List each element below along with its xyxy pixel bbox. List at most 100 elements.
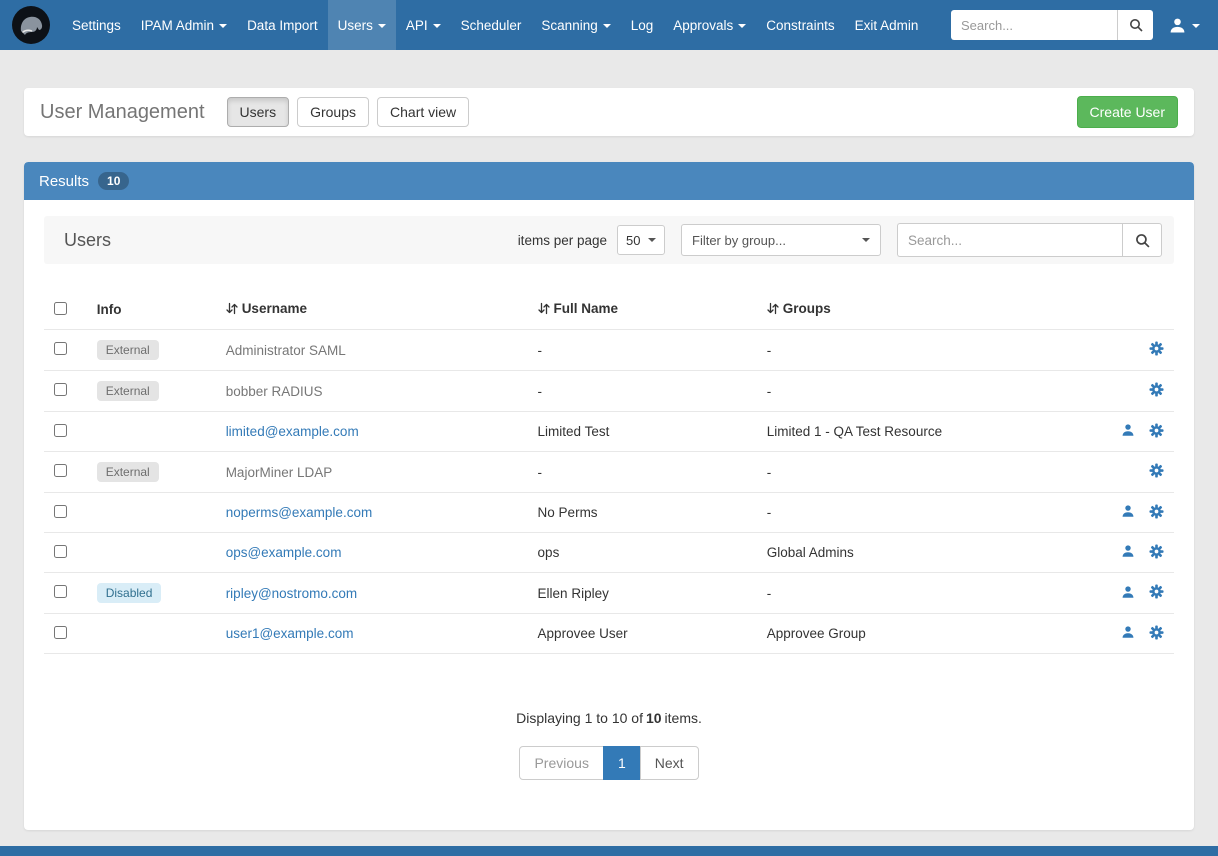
gear-icon[interactable] xyxy=(1149,423,1164,441)
chevron-down-icon xyxy=(738,24,746,28)
nav-item[interactable]: Data Import xyxy=(237,0,328,50)
chevron-down-icon xyxy=(1192,24,1200,28)
nav-item-label: Log xyxy=(631,18,654,33)
column-header-fullname[interactable]: Full Name xyxy=(530,290,759,330)
groups-cell: - xyxy=(759,330,1103,371)
username-link[interactable]: MajorMiner LDAP xyxy=(226,465,333,480)
page-title: User Management xyxy=(40,101,205,124)
status-badge: External xyxy=(97,340,159,360)
nav-item[interactable]: Scanning xyxy=(531,0,620,50)
nav-item[interactable]: Constraints xyxy=(756,0,844,50)
nav-item[interactable]: IPAM Admin xyxy=(131,0,237,50)
row-checkbox[interactable] xyxy=(54,585,67,598)
table-row: External MajorMiner LDAP - - xyxy=(44,452,1174,493)
groups-cell: - xyxy=(759,573,1103,614)
results-panel: Results 10 Users items per page 50 Filte… xyxy=(24,162,1194,830)
column-header-groups[interactable]: Groups xyxy=(759,290,1103,330)
user-profile-icon[interactable] xyxy=(1121,423,1135,440)
nav-item[interactable]: API xyxy=(396,0,451,50)
table-row: user1@example.com Approvee User Approvee… xyxy=(44,614,1174,654)
gear-icon[interactable] xyxy=(1149,463,1164,481)
nav-item[interactable]: Users xyxy=(328,0,396,50)
nav-item[interactable]: Log xyxy=(621,0,664,50)
view-tab[interactable]: Users xyxy=(227,97,290,127)
view-tab[interactable]: Chart view xyxy=(377,97,469,127)
user-profile-icon[interactable] xyxy=(1121,585,1135,602)
column-header-info: Info xyxy=(89,290,218,330)
results-title: Results xyxy=(39,173,89,190)
gear-icon[interactable] xyxy=(1149,341,1164,359)
user-profile-icon[interactable] xyxy=(1121,544,1135,561)
global-search-button[interactable] xyxy=(1117,10,1153,40)
pager: Previous 1 Next xyxy=(519,746,698,780)
view-tab[interactable]: Groups xyxy=(297,97,369,127)
username-link[interactable]: ripley@nostromo.com xyxy=(226,586,358,601)
user-icon xyxy=(1169,17,1186,34)
table-controls: items per page 50 Filter by group... xyxy=(518,223,1162,257)
username-link[interactable]: bobber RADIUS xyxy=(226,384,323,399)
groups-cell: Global Admins xyxy=(759,533,1103,573)
nav-item[interactable]: Approvals xyxy=(663,0,756,50)
nav-item[interactable]: Settings xyxy=(62,0,131,50)
table-search-button[interactable] xyxy=(1122,223,1162,257)
user-profile-icon[interactable] xyxy=(1121,625,1135,642)
username-link[interactable]: noperms@example.com xyxy=(226,505,373,520)
group-filter-select[interactable]: Filter by group... xyxy=(681,224,881,256)
row-checkbox[interactable] xyxy=(54,342,67,355)
global-search-input[interactable] xyxy=(951,10,1117,40)
username-link[interactable]: Administrator SAML xyxy=(226,343,346,358)
table-search-input[interactable] xyxy=(897,223,1122,257)
username-link[interactable]: user1@example.com xyxy=(226,626,354,641)
app-logo[interactable] xyxy=(0,0,62,50)
create-user-button[interactable]: Create User xyxy=(1077,96,1178,128)
users-table-head: Info Username xyxy=(44,290,1174,330)
groups-cell: Approvee Group xyxy=(759,614,1103,654)
nav-item[interactable]: Scheduler xyxy=(451,0,532,50)
row-checkbox[interactable] xyxy=(54,626,67,639)
table-row: External Administrator SAML - - xyxy=(44,330,1174,371)
gear-icon[interactable] xyxy=(1149,544,1164,562)
username-link[interactable]: ops@example.com xyxy=(226,545,342,560)
status-badge: External xyxy=(97,381,159,401)
row-checkbox[interactable] xyxy=(54,464,67,477)
nav-item[interactable]: Exit Admin xyxy=(845,0,929,50)
top-navbar: Settings IPAM Admin Data Import Users AP… xyxy=(0,0,1218,50)
current-page-button[interactable]: 1 xyxy=(603,746,641,780)
view-tabs: Users Groups Chart view xyxy=(227,97,470,127)
sort-icon xyxy=(767,302,779,318)
global-search xyxy=(951,10,1153,40)
next-page-button[interactable]: Next xyxy=(640,746,699,780)
user-profile-icon[interactable] xyxy=(1121,504,1135,521)
gear-icon[interactable] xyxy=(1149,584,1164,602)
gear-icon[interactable] xyxy=(1149,382,1164,400)
row-checkbox[interactable] xyxy=(54,505,67,518)
groups-cell: Limited 1 - QA Test Resource xyxy=(759,412,1103,452)
table-controls-bar: Users items per page 50 Filter by group.… xyxy=(44,216,1174,264)
full-name-cell: Ellen Ripley xyxy=(530,573,759,614)
total-items-count: 10 xyxy=(646,710,662,726)
row-checkbox[interactable] xyxy=(54,383,67,396)
items-per-page-label: items per page xyxy=(518,233,607,248)
sort-icon xyxy=(538,302,550,318)
table-title: Users xyxy=(64,230,111,251)
username-link[interactable]: limited@example.com xyxy=(226,424,359,439)
users-table-body: External Administrator SAML - - xyxy=(44,330,1174,654)
column-header-actions xyxy=(1103,290,1174,330)
row-checkbox[interactable] xyxy=(54,545,67,558)
items-per-page-select[interactable]: 50 xyxy=(617,225,665,255)
table-row: noperms@example.com No Perms - xyxy=(44,493,1174,533)
select-all-checkbox[interactable] xyxy=(54,302,67,315)
gear-icon[interactable] xyxy=(1149,504,1164,522)
nav-item-label: IPAM Admin xyxy=(141,18,214,33)
nav-item-label: Scheduler xyxy=(461,18,522,33)
results-body: Users items per page 50 Filter by group.… xyxy=(24,200,1194,830)
user-account-menu[interactable] xyxy=(1153,17,1218,34)
column-header-username[interactable]: Username xyxy=(218,290,530,330)
nav-item-label: Constraints xyxy=(766,18,834,33)
pagination: Displaying 1 to 10 of10items. Previous 1… xyxy=(44,710,1174,780)
mammoth-logo-icon xyxy=(11,5,51,45)
gear-icon[interactable] xyxy=(1149,625,1164,643)
full-name-cell: - xyxy=(530,371,759,412)
row-checkbox[interactable] xyxy=(54,424,67,437)
previous-page-button[interactable]: Previous xyxy=(519,746,603,780)
